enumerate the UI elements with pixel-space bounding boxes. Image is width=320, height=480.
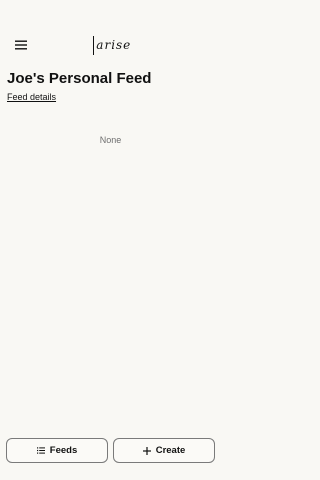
bottom-action-bar: Feeds Create xyxy=(0,430,221,480)
feeds-button-label: Feeds xyxy=(49,445,78,456)
feed-details-link[interactable]: Feed details xyxy=(7,92,56,102)
hamburger-menu-icon xyxy=(15,40,27,50)
create-button[interactable]: Create xyxy=(113,438,215,463)
page-title: Joe's Personal Feed xyxy=(7,70,152,87)
plus-icon xyxy=(142,446,151,455)
logo-text: arise xyxy=(96,38,132,52)
feeds-button[interactable]: Feeds xyxy=(6,438,108,463)
menu-button[interactable] xyxy=(13,37,29,53)
empty-feed-message: None xyxy=(99,135,122,145)
list-icon xyxy=(36,447,45,454)
create-button-label: Create xyxy=(155,445,186,456)
app-page: arise Joe's Personal Feed Feed details N… xyxy=(0,0,221,480)
app-logo[interactable]: arise xyxy=(93,35,131,55)
top-header: arise xyxy=(0,0,221,62)
logo-bar xyxy=(93,35,95,55)
